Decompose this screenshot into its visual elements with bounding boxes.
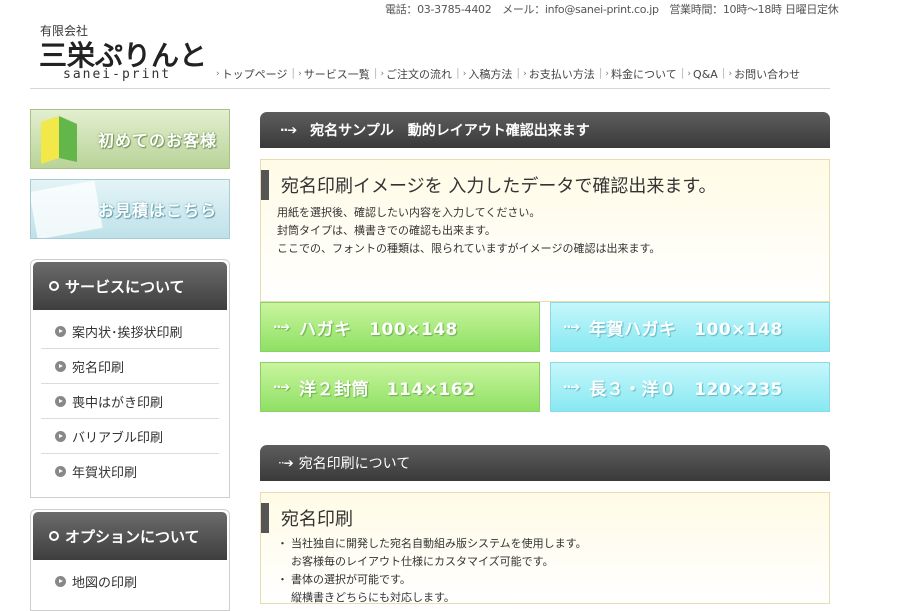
sidebar-item-variable-print[interactable]: バリアブル印刷 (41, 419, 219, 454)
nav-item-submission[interactable]: › 入稿方法 (463, 66, 517, 82)
nav-separator: | (721, 66, 726, 79)
new-year-postcard-size-button[interactable]: ··➔ 年賀ハガキ 100×148 (550, 302, 830, 352)
address-sample-description: 用紙を選択後、確認したい内容を入力してください。 封筒タイプは、横書きでの確認も… (277, 206, 661, 255)
estimate-paper-image (31, 180, 103, 238)
option-menu-heading: オプションについて (33, 512, 227, 560)
western-envelope-2-size-button[interactable]: ··➔ 洋２封筒 114×162 (260, 362, 540, 412)
option-menu: オプションについて 地図の印刷 (30, 509, 230, 611)
arrow-circle-icon (55, 395, 66, 407)
nav-item-contact[interactable]: › お問い合わせ (729, 66, 805, 82)
nav-separator: | (373, 66, 378, 79)
dotted-arrow-icon: ··➔ (280, 123, 297, 137)
nav-item-pricing[interactable]: › 料金について (605, 66, 680, 82)
title-accent-bar (261, 170, 269, 200)
long-3-western-0-size-button[interactable]: ··➔ 長３・洋０ 120×235 (550, 362, 830, 412)
chevron-right-icon: › (687, 69, 692, 79)
dotted-arrow-icon: ··➔ (273, 380, 290, 394)
chevron-right-icon: › (298, 69, 302, 79)
nav-item-qa[interactable]: › Q&A (687, 66, 721, 82)
arrow-circle-icon (55, 360, 66, 372)
nav-item-order-flow[interactable]: › ご注文の流れ (380, 66, 456, 82)
address-sample-title: 宛名印刷イメージを 入力したデータで確認出来ます。 (281, 176, 717, 197)
nav-separator: | (456, 66, 460, 79)
circle-icon (49, 281, 59, 291)
nav-item-payment[interactable]: › お支払い方法 (523, 66, 599, 82)
header-contact-info: 電話：03-3785-4402 メール：info@sanei-print.co.… (385, 3, 839, 16)
arrow-circle-icon (55, 575, 66, 587)
dotted-arrow-icon: ··➔ (563, 380, 580, 394)
title-accent-bar (261, 503, 269, 533)
estimate-banner[interactable]: お見積はこちら (30, 179, 230, 239)
nav-item-services[interactable]: › サービス一覧 (298, 66, 374, 82)
sidebar-item-invitation-print[interactable]: 案内状･挨拶状印刷 (41, 314, 219, 349)
nav-separator: | (516, 66, 521, 79)
first-customer-banner-label: 初めてのお客様 (97, 131, 217, 150)
dotted-arrow-icon: ··➔ (563, 320, 580, 334)
nav-item-top[interactable]: › トップページ (216, 66, 291, 82)
header-divider (30, 88, 830, 89)
first-customer-banner[interactable]: 初めてのお客様 (30, 109, 230, 169)
beginner-mark-icon (41, 116, 77, 164)
nav-separator: | (291, 66, 296, 79)
chevron-right-icon: › (523, 69, 527, 79)
service-menu-heading: サービスについて (33, 262, 227, 310)
chevron-right-icon: › (462, 69, 467, 79)
postcard-size-button[interactable]: ··➔ ハガキ 100×148 (260, 302, 540, 352)
logo-company-roman: sanei-print (63, 67, 172, 82)
sidebar-item-new-year-card-print[interactable]: 年賀状印刷 (41, 454, 219, 488)
circle-icon (49, 531, 59, 541)
address-sample-section-heading: ··➔ 宛名サンプル 動的レイアウト確認出来ます (260, 112, 830, 148)
address-print-description: ・当社独自に開発した宛名自動組み版システムを使用します。 お客様毎のレイアウト仕… (277, 535, 829, 607)
arrow-circle-icon (55, 430, 66, 442)
service-menu: サービスについて 案内状･挨拶状印刷 宛名印刷 喪中はがき印刷 バリアブル印刷 … (30, 259, 230, 498)
address-print-panel: 宛名印刷 ・当社独自に開発した宛名自動組み版システムを使用します。 お客様毎のレ… (260, 492, 830, 604)
chevron-right-icon: › (605, 69, 610, 79)
arrow-circle-icon (55, 325, 66, 337)
chevron-right-icon: › (216, 69, 220, 79)
address-print-section-heading: ··➔ 宛名印刷について (260, 445, 830, 481)
sidebar-item-mourning-card-print[interactable]: 喪中はがき印刷 (41, 384, 219, 419)
arrow-circle-icon (55, 465, 66, 477)
list-item: ・当社独自に開発した宛名自動組み版システムを使用します。 (277, 537, 587, 550)
dotted-arrow-icon: ··➔ (273, 320, 290, 334)
global-nav: › トップページ | › サービス一覧 | › ご注文の流れ | › 入稿方法 | › お… (216, 66, 804, 82)
nav-separator: | (680, 66, 685, 79)
address-sample-panel: 宛名印刷イメージを 入力したデータで確認出来ます。 用紙を選択後、確認したい内容… (260, 159, 830, 302)
list-item: 縦横書きどちらにも対応します。 (291, 591, 455, 604)
address-print-title: 宛名印刷 (281, 509, 353, 530)
list-item: お客様毎のレイアウト仕様にカスタマイズ可能です。 (291, 555, 554, 568)
sidebar-item-address-print[interactable]: 宛名印刷 (41, 349, 219, 384)
chevron-right-icon: › (728, 69, 733, 79)
dotted-arrow-icon: ··➔ (278, 456, 294, 470)
nav-separator: | (598, 66, 603, 79)
estimate-banner-label: お見積はこちら (97, 201, 217, 220)
list-item: ・書体の選択が可能です。 (277, 573, 411, 586)
chevron-right-icon: › (380, 69, 385, 79)
